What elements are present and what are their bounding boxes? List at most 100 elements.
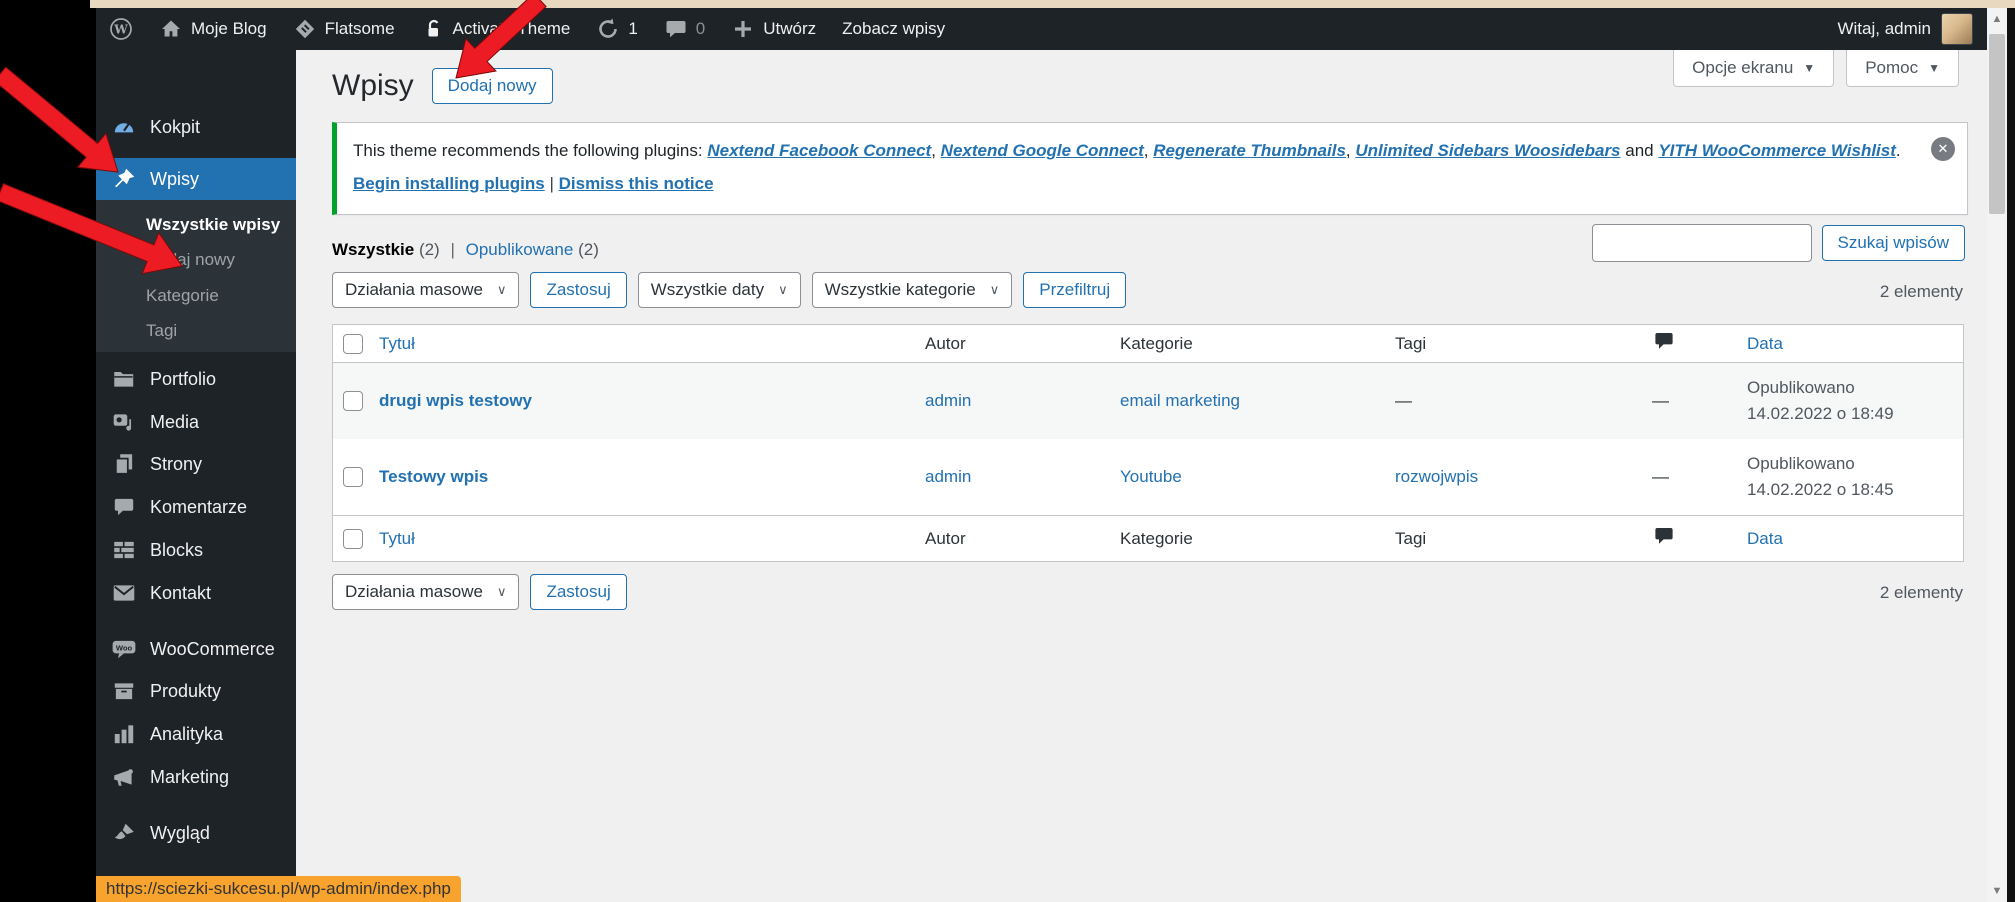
paintbrush-icon — [111, 820, 137, 846]
select-all-checkbox[interactable] — [343, 334, 363, 354]
sidebar-item-woocommerce[interactable]: Woo WooCommerce — [96, 628, 296, 670]
sidebar-item-pages[interactable]: Strony — [96, 443, 296, 485]
sidebar-subitem-tags[interactable]: Tagi — [96, 313, 296, 349]
sidebar-item-media[interactable]: Media — [96, 401, 296, 443]
sidebar-item-products[interactable]: Produkty — [96, 670, 296, 712]
sidebar-subitem-all-posts[interactable]: Wszystkie wpisy — [96, 207, 296, 243]
sidebar-item-blocks[interactable]: Blocks — [96, 529, 296, 571]
plugin-link-regenerate-thumbnails[interactable]: Regenerate Thumbnails — [1153, 141, 1346, 160]
sidebar-item-appearance[interactable]: Wygląd — [96, 812, 296, 854]
sidebar-label-komentarze: Komentarze — [150, 497, 247, 518]
column-header-author: Autor — [919, 334, 1114, 354]
admin-bar-site-name[interactable]: Moje Blog — [146, 8, 280, 50]
view-published-link[interactable]: Opublikowane (2) — [466, 240, 599, 259]
plugin-link-yith-wishlist[interactable]: YITH WooCommerce Wishlist — [1658, 141, 1896, 160]
unlock-icon — [421, 17, 445, 41]
comments-cell: — — [1646, 391, 1741, 411]
categories-select[interactable]: Wszystkie kategorie ∨ — [812, 272, 1013, 308]
wordpress-logo-menu[interactable]: W — [96, 8, 146, 50]
admin-bar-updates[interactable]: 1 — [583, 8, 650, 50]
scrollbar-up-icon[interactable]: ▲ — [1987, 8, 2007, 30]
comments-bubble-icon — [664, 17, 688, 41]
browser-status-tooltip: https://sciezki-sukcesu.pl/wp-admin/inde… — [96, 876, 461, 902]
scrollbar-thumb[interactable] — [1989, 34, 2005, 214]
blocks-grid-icon — [111, 537, 137, 563]
new-content-label: Utwórz — [763, 19, 816, 39]
comments-count: 0 — [696, 19, 705, 39]
scrollbar-down-icon[interactable]: ▼ — [1987, 880, 2007, 902]
help-label: Pomoc — [1865, 58, 1918, 78]
admin-greeting[interactable]: Witaj, admin — [1837, 19, 1931, 39]
plugin-link-nextend-google[interactable]: Nextend Google Connect — [941, 141, 1144, 160]
chevron-down-icon: ∨ — [990, 282, 1000, 298]
svg-text:W: W — [113, 23, 128, 37]
apply-button[interactable]: Zastosuj — [530, 272, 626, 308]
help-button[interactable]: Pomoc ▼ — [1846, 50, 1959, 87]
category-link[interactable]: email marketing — [1120, 391, 1240, 410]
window-right-edge — [2007, 8, 2015, 902]
plugin-link-nextend-facebook[interactable]: Nextend Facebook Connect — [707, 141, 931, 160]
sidebar-item-analytics[interactable]: Analityka — [96, 713, 296, 755]
notice-prefix: This theme recommends the following plug… — [353, 141, 707, 160]
admin-bar-comments[interactable]: 0 — [651, 8, 718, 50]
author-link[interactable]: admin — [925, 467, 971, 486]
column-footer-author: Autor — [919, 529, 1114, 549]
search-input[interactable] — [1592, 224, 1812, 262]
row-checkbox[interactable] — [343, 391, 363, 411]
vertical-scrollbar[interactable]: ▲ ▼ — [1987, 8, 2007, 902]
row-checkbox[interactable] — [343, 467, 363, 487]
begin-installing-link[interactable]: Begin installing plugins — [353, 174, 545, 193]
category-link[interactable]: Youtube — [1120, 467, 1182, 486]
plugin-link-woosidebars[interactable]: Unlimited Sidebars Woosidebars — [1355, 141, 1620, 160]
sidebar-item-contact[interactable]: Kontakt — [96, 572, 296, 614]
author-link[interactable]: admin — [925, 391, 971, 410]
sidebar-subitem-add-new[interactable]: Dodaj nowy — [96, 242, 296, 278]
dismiss-notice-link[interactable]: Dismiss this notice — [559, 174, 714, 193]
admin-bar-activate-theme[interactable]: Activate Theme — [408, 8, 584, 50]
column-header-title[interactable]: Tytuł — [373, 334, 919, 354]
admin-bar-new-content[interactable]: Utwórz — [718, 8, 829, 50]
apply-button-bottom[interactable]: Zastosuj — [530, 574, 626, 610]
sidebar-subitem-categories[interactable]: Kategorie — [96, 278, 296, 314]
table-header-row: Tytuł Autor Kategorie Tagi Data — [333, 325, 1963, 363]
column-footer-categories: Kategorie — [1114, 529, 1389, 549]
filter-button[interactable]: Przefiltruj — [1023, 272, 1126, 308]
product-box-icon — [111, 678, 137, 704]
activate-theme-label: Activate Theme — [453, 19, 571, 39]
screen-options-label: Opcje ekranu — [1692, 58, 1793, 78]
user-avatar[interactable] — [1941, 13, 1973, 45]
admin-bar-flatsome[interactable]: Flatsome — [280, 8, 408, 50]
column-header-date[interactable]: Data — [1741, 334, 1963, 354]
view-all-link[interactable]: Wszystkie (2) — [332, 240, 440, 259]
bulk-actions-select-bottom[interactable]: Działania masowe ∨ — [332, 574, 519, 610]
chevron-down-icon: ▼ — [1928, 61, 1940, 75]
flatsome-label: Flatsome — [325, 19, 395, 39]
sidebar-item-marketing[interactable]: Marketing — [96, 756, 296, 798]
subitem-label-tagi: Tagi — [146, 321, 177, 341]
screen-options-button[interactable]: Opcje ekranu ▼ — [1673, 50, 1834, 87]
column-footer-title[interactable]: Tytuł — [373, 529, 919, 549]
screenshot-frame: ▲ ▼ W Moje Blog Flatsome Activate The — [0, 0, 2015, 902]
theme-plugins-notice: This theme recommends the following plug… — [332, 122, 1968, 215]
post-title-link[interactable]: Testowy wpis — [379, 467, 488, 486]
admin-bar-view-posts[interactable]: Zobacz wpisy — [829, 8, 958, 50]
svg-text:Woo: Woo — [116, 644, 133, 653]
dates-select[interactable]: Wszystkie daty ∨ — [638, 272, 801, 308]
add-new-post-button[interactable]: Dodaj nowy — [432, 68, 553, 104]
pages-icon — [111, 451, 137, 477]
post-title-link[interactable]: drugi wpis testowy — [379, 391, 532, 410]
search-posts-button[interactable]: Szukaj wpisów — [1822, 225, 1966, 261]
comments-bubble-icon — [111, 494, 137, 520]
column-footer-date[interactable]: Data — [1741, 529, 1963, 549]
sidebar-item-comments[interactable]: Komentarze — [96, 486, 296, 528]
megaphone-icon — [111, 764, 137, 790]
dismiss-notice-icon[interactable]: ✕ — [1931, 137, 1955, 161]
bulk-actions-select[interactable]: Działania masowe ∨ — [332, 272, 519, 308]
tag-link[interactable]: rozwojwpis — [1395, 467, 1478, 486]
sidebar-label-kontakt: Kontakt — [150, 583, 211, 604]
select-all-checkbox[interactable] — [343, 529, 363, 549]
table-footer-row: Tytuł Autor Kategorie Tagi Data — [333, 515, 1963, 561]
sidebar-item-posts[interactable]: Wpisy — [96, 158, 296, 200]
sidebar-item-portfolio[interactable]: Portfolio — [96, 358, 296, 400]
sidebar-item-dashboard[interactable]: Kokpit — [96, 106, 296, 148]
